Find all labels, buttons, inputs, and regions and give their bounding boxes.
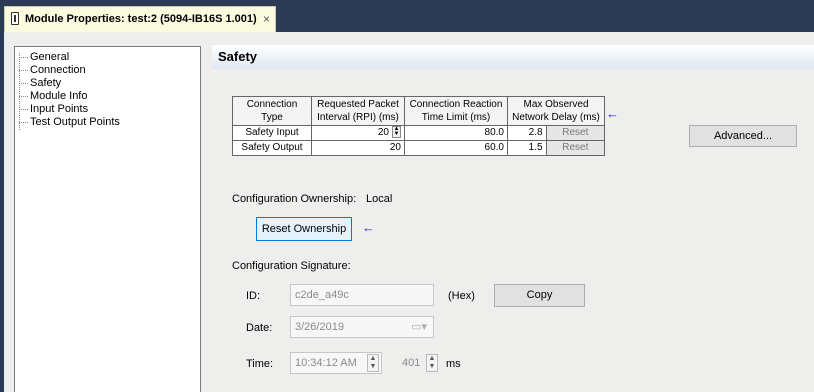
module-icon <box>11 12 19 25</box>
cell-connection-type: Safety Input <box>232 125 312 141</box>
date-value: 3/26/2019 <box>295 321 344 333</box>
connection-table: Connection Type Requested Packet Interva… <box>232 96 606 156</box>
ms-label: ms <box>446 358 461 370</box>
cell-connection-type: Safety Output <box>232 140 312 156</box>
tab-title: Module Properties: test:2 (5094-IB16S 1.… <box>25 13 257 25</box>
tree-item-label: Input Points <box>30 103 89 115</box>
calendar-dropdown-icon[interactable]: ▭▾ <box>411 317 427 337</box>
section-header: Safety <box>212 45 814 69</box>
tree-item-label: Module Info <box>30 90 88 102</box>
id-label: ID: <box>246 290 261 302</box>
spin-arrows-icon[interactable]: ▲ ▼ <box>392 126 401 139</box>
ownership-value: Local <box>366 193 393 205</box>
reset-delay-button[interactable]: Reset <box>545 125 606 141</box>
signature-label: Configuration Signature: <box>232 260 351 272</box>
tree-item-test-output-points[interactable]: Test Output Points <box>19 116 120 128</box>
copy-button[interactable]: Copy <box>494 284 585 307</box>
date-picker[interactable]: 3/26/2019 ▭▾ <box>290 316 434 338</box>
table-row: Safety Input 20 ▲ ▼ 80.0 2.8 Reset <box>232 125 606 141</box>
column-header-connection-type: Connection Type <box>232 96 312 126</box>
column-header-network-delay-label: Max Observed Network Delay (ms) <box>512 99 600 123</box>
tree-item-safety[interactable]: Safety <box>19 77 61 89</box>
column-header-rpi: Requested Packet Interval (RPI) (ms) <box>311 96 405 126</box>
time-label: Time: <box>246 358 274 370</box>
table-row: Safety Output 20 60.0 1.5 Reset <box>232 140 606 156</box>
tree-item-label: Safety <box>30 77 62 89</box>
cell-reaction-time: 60.0 <box>404 140 508 156</box>
tab-module-properties[interactable]: Module Properties: test:2 (5094-IB16S 1.… <box>4 6 276 32</box>
cell-rpi: 20 <box>311 140 405 156</box>
cell-reaction-time: 80.0 <box>404 125 508 141</box>
section-title: Safety <box>218 49 258 64</box>
rpi-value: 20 <box>377 127 389 138</box>
close-icon[interactable]: × <box>263 12 270 26</box>
category-tree: General Connection Safety Module Info In… <box>14 46 201 392</box>
column-header-reaction-time: Connection Reaction Time Limit (ms) <box>404 96 508 126</box>
tree-item-module-info[interactable]: Module Info <box>19 90 87 102</box>
tree-item-input-points[interactable]: Input Points <box>19 103 88 115</box>
cell-network-delay: 2.8 <box>507 125 547 141</box>
tree-item-label: Connection <box>30 64 86 76</box>
ms-value[interactable]: 401 <box>402 357 420 369</box>
column-header-network-delay: Max Observed Network Delay (ms) <box>507 96 605 126</box>
ms-spin-icon[interactable]: ▲ ▼ <box>426 354 438 372</box>
hex-label: (Hex) <box>448 290 475 302</box>
cell-network-delay: 1.5 <box>507 140 547 156</box>
tab-strip: Module Properties: test:2 (5094-IB16S 1.… <box>0 0 814 32</box>
arrow-left-icon: ← <box>606 106 619 121</box>
signature-id-field[interactable]: c2de_a49c <box>290 284 434 306</box>
tree-item-label: Test Output Points <box>30 116 120 128</box>
ownership-label: Configuration Ownership: <box>232 193 357 205</box>
time-spin-icon[interactable]: ▲ ▼ <box>367 354 379 372</box>
date-label: Date: <box>246 322 273 334</box>
advanced-button[interactable]: Advanced... <box>689 125 797 147</box>
reset-ownership-button[interactable]: Reset Ownership <box>256 217 352 241</box>
tree-item-label: General <box>30 51 70 63</box>
tree-item-general[interactable]: General <box>19 51 69 63</box>
rpi-stepper[interactable]: 20 ▲ ▼ <box>311 125 405 141</box>
table-header-row: Connection Type Requested Packet Interva… <box>232 96 605 126</box>
arrow-left-icon: ← <box>362 220 375 235</box>
reset-delay-button[interactable]: Reset <box>545 140 606 156</box>
tree-item-connection[interactable]: Connection <box>19 64 86 76</box>
